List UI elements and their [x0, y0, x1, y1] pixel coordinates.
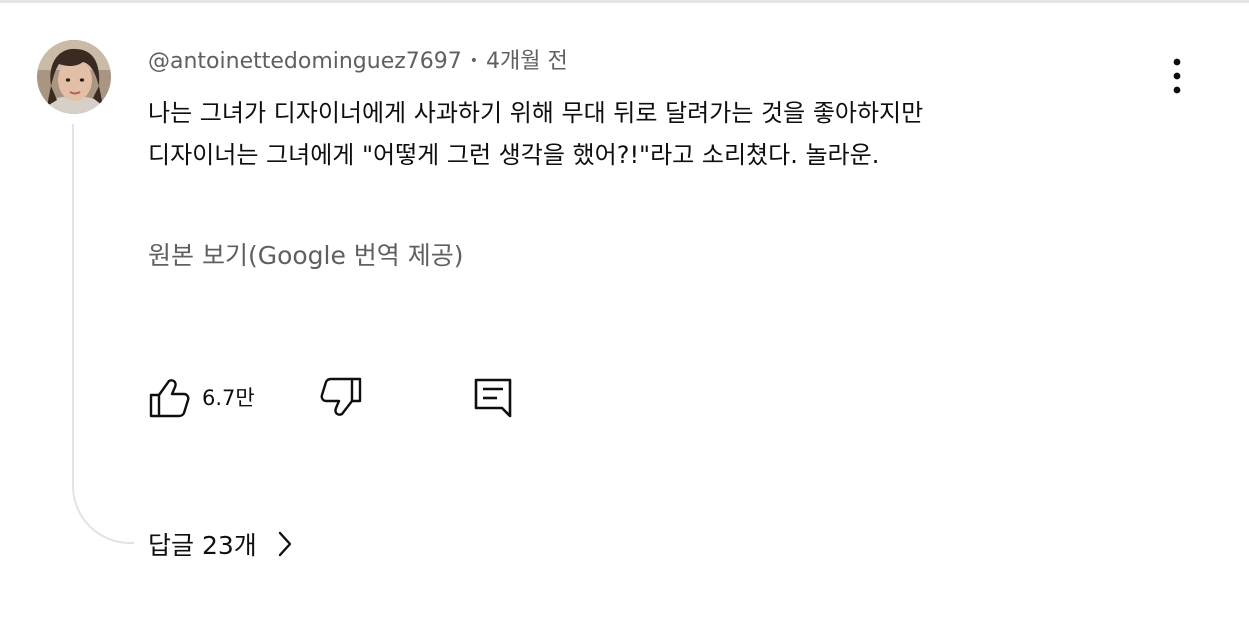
comment-text-line: 디자이너는 그녀에게 "어떻게 그런 생각을 했어?!"라고 소리쳤다. 놀라운…	[148, 141, 880, 169]
see-original-link[interactable]: 원본 보기(Google 번역 제공)	[148, 236, 464, 276]
avatar[interactable]	[37, 40, 111, 114]
top-divider	[0, 0, 1249, 3]
like-count: 6.7만	[202, 386, 255, 410]
thumbs-up-icon	[149, 379, 190, 418]
comment-reply-icon	[474, 378, 512, 418]
comment-meta: @antoinettedominguez7697 • 4개월 전	[148, 44, 568, 79]
comment-time[interactable]: 4개월 전	[486, 49, 568, 74]
avatar-photo	[37, 40, 111, 114]
chevron-right-icon	[277, 530, 293, 558]
replies-label: 답글 23개	[148, 531, 257, 560]
reply-button[interactable]	[472, 376, 514, 420]
view-replies-button[interactable]: 답글 23개	[148, 522, 293, 566]
more-vert-icon	[1173, 58, 1181, 94]
comment-text-line: 나는 그녀가 디자이너에게 사과하기 위해 무대 뒤로 달려가는 것을 좋아하지…	[148, 99, 924, 127]
more-actions-button[interactable]	[1160, 54, 1194, 98]
thumbs-down-icon	[320, 377, 362, 416]
meta-separator: •	[469, 53, 479, 69]
dislike-button[interactable]	[318, 376, 362, 418]
comment-author[interactable]: @antoinettedominguez7697	[148, 49, 462, 74]
reply-thread-line	[72, 124, 134, 544]
comment-text: 나는 그녀가 디자이너에게 사과하기 위해 무대 뒤로 달려가는 것을 좋아하지…	[148, 92, 1148, 176]
like-button[interactable]: 6.7만	[148, 376, 255, 418]
